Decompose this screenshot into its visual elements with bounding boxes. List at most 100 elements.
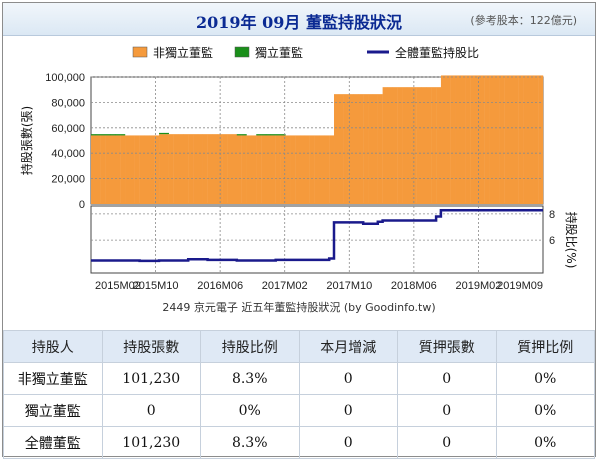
- bar-non-independent: [236, 135, 242, 204]
- col-header: 持股比例: [200, 330, 300, 363]
- bar-non-independent: [319, 135, 325, 204]
- cell-pledge-ratio: 0%: [495, 426, 595, 459]
- cell-ratio: 8.3%: [200, 362, 300, 395]
- bar-non-independent: [421, 87, 427, 204]
- legend-swatch: [132, 46, 148, 58]
- bar-non-independent: [387, 87, 393, 204]
- bar-independent: [105, 134, 111, 136]
- bar-non-independent: [129, 135, 135, 204]
- bar-non-independent: [499, 75, 505, 204]
- cell-pledge-ratio: 0%: [495, 362, 595, 395]
- cell-pledged-shares: 0: [397, 426, 497, 459]
- bar-non-independent: [134, 135, 140, 204]
- bar-non-independent: [212, 134, 218, 204]
- cell-shares: 101,230: [101, 362, 201, 395]
- bar-independent: [120, 134, 126, 136]
- y-tick-label: 20,000: [51, 174, 85, 186]
- bar-independent: [100, 134, 106, 136]
- chart-canvas: 非獨立董監 獨立董監 全體董監持股比 100,000 80,000 60,000 40,00…: [19, 45, 579, 314]
- col-header: 持股張數: [101, 330, 201, 363]
- bar-non-independent: [251, 135, 257, 204]
- bar-non-independent: [159, 134, 165, 204]
- bar-non-independent: [202, 134, 208, 204]
- cell-monthly-change: 0: [298, 426, 398, 459]
- bar-independent: [159, 132, 165, 135]
- holdings-table: 持股人 持股張數 持股比例 本月增減 質押張數 質押比例 非獨立董監 101,2…: [3, 330, 595, 459]
- bar-independent: [241, 134, 247, 136]
- bar-non-independent: [178, 134, 184, 204]
- x-tick-label: 2016M06: [197, 280, 243, 292]
- bar-independent: [261, 134, 267, 136]
- bar-non-independent: [518, 75, 524, 204]
- bar-non-independent: [261, 135, 267, 204]
- bar-non-independent: [265, 135, 272, 204]
- bar-non-independent: [246, 135, 252, 204]
- x-tick-label: 2017M02: [262, 280, 308, 292]
- cell-ratio: 8.3%: [200, 426, 300, 459]
- bar-independent: [91, 134, 97, 136]
- cell-monthly-change: 0: [298, 362, 398, 395]
- legend-label: 全體董監持股比: [395, 45, 479, 60]
- table-header-row: 持股人 持股張數 持股比例 本月增減 質押張數 質押比例: [3, 330, 595, 363]
- bar-non-independent: [528, 75, 534, 204]
- bar-non-independent: [207, 134, 213, 204]
- cell-pledge-ratio: 0%: [495, 394, 595, 427]
- x-tick-label: 2015M10: [133, 280, 179, 292]
- holder-name: 非獨立董監: [3, 362, 103, 395]
- bar-independent: [110, 134, 116, 136]
- bar-independent: [265, 134, 272, 136]
- bar-independent: [236, 134, 242, 136]
- bar-non-independent: [324, 135, 330, 204]
- y-right-tick-label: 6: [549, 235, 555, 247]
- panel-header: 2019年 09月 董監持股狀況 (參考股本：122億元): [3, 3, 595, 36]
- bar-non-independent: [455, 75, 461, 204]
- cell-monthly-change: 0: [298, 394, 398, 427]
- bar-non-independent: [163, 134, 169, 204]
- bar-non-independent: [436, 87, 442, 204]
- bar-non-independent: [144, 135, 150, 204]
- bar-non-independent: [314, 135, 320, 204]
- legend-label: 非獨立董監: [153, 45, 213, 60]
- x-tick-label: 2017M10: [326, 280, 372, 292]
- bar-non-independent: [183, 134, 189, 204]
- bar-non-independent: [445, 75, 451, 204]
- bar-non-independent: [523, 75, 529, 204]
- bar-non-independent: [470, 75, 476, 204]
- legend-label: 獨立董監: [255, 45, 303, 60]
- bar-non-independent: [197, 134, 203, 204]
- cell-shares: 101,230: [101, 426, 201, 459]
- y-right-tick-label: 8: [549, 209, 555, 221]
- bar-independent: [163, 132, 169, 135]
- bar-non-independent: [309, 135, 315, 204]
- cell-shares: 0: [101, 394, 201, 427]
- bar-non-independent: [504, 75, 510, 204]
- holder-name: 全體董監: [3, 426, 103, 459]
- bar-non-independent: [270, 135, 276, 204]
- y-tick-label: 0: [79, 199, 85, 211]
- bar-non-independent: [368, 94, 374, 204]
- bar-non-independent: [222, 134, 228, 204]
- bar-non-independent: [513, 75, 519, 204]
- bar-non-independent: [533, 75, 539, 204]
- bar-non-independent: [139, 135, 145, 204]
- bar-non-independent: [304, 135, 310, 204]
- bar-non-independent: [479, 75, 485, 204]
- bar-non-independent: [285, 135, 291, 204]
- table-row: 全體董監 101,230 8.3% 0 0 0%: [3, 426, 595, 459]
- bar-independent: [115, 134, 121, 136]
- bar-independent: [256, 134, 262, 136]
- x-tick-label: 2019M02: [455, 280, 501, 292]
- holder-name: 獨立董監: [3, 394, 103, 427]
- bar-non-independent: [299, 135, 306, 204]
- bar-non-independent: [193, 134, 199, 204]
- y-axis-label: 持股張數(張): [19, 106, 34, 175]
- bar-non-independent: [290, 135, 296, 204]
- y-tick-label: 40,000: [51, 148, 85, 160]
- y-tick-label: 80,000: [51, 97, 85, 109]
- bottom-plot-area: [90, 205, 544, 274]
- holdings-panel: 2019年 09月 董監持股狀況 (參考股本：122億元) 非獨立董監 獨立董監全…: [2, 2, 596, 459]
- bar-non-independent: [91, 135, 97, 204]
- cell-ratio: 0%: [200, 394, 300, 427]
- bar-non-independent: [397, 87, 403, 204]
- bar-non-independent: [231, 134, 238, 204]
